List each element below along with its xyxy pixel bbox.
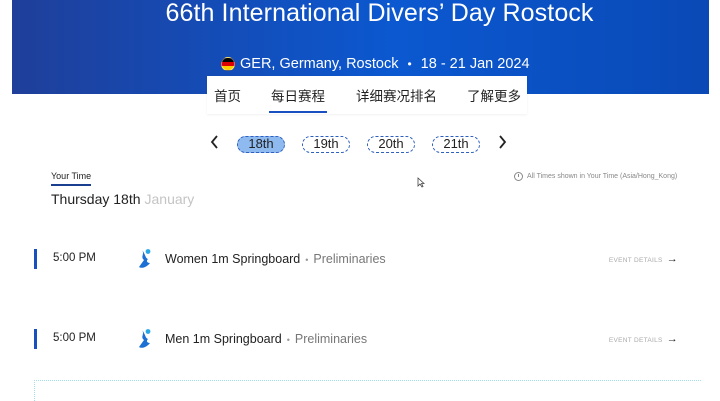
schedule-event[interactable]: 5:00 PM Women 1m Springboard • Preliminari… [34,247,684,271]
event-details-link[interactable]: EVENT DETAILS → [608,253,678,265]
event-meta: GER, Germany, Rostock • 18 - 21 Jan 2024 [221,53,530,75]
section-tabs: 首页 每日赛程 详细赛况排名 了解更多 [207,76,527,114]
event-accent-bar [34,329,37,349]
event-details-link[interactable]: EVENT DETAILS → [608,333,678,345]
event-title: Women 1m Springboard • Preliminaries [165,252,386,266]
schedule-event[interactable]: 5:00 PM Men 1m Springboard • Preliminaries… [34,327,684,351]
tab-detailed-results[interactable]: 详细赛况排名 [356,85,437,105]
germany-flag-icon [221,57,235,71]
mouse-cursor-icon [417,177,426,191]
event-name: Women 1m Springboard [165,252,301,266]
tab-daily-schedule[interactable]: 每日赛程 [269,85,327,113]
arrow-right-icon: → [666,333,678,345]
event-name: Men 1m Springboard [165,332,282,346]
event-details-label: EVENT DETAILS [608,256,663,264]
event-accent-bar [34,249,37,269]
date-selector: 18th 19th 20th 21th [0,133,720,157]
separator-dot: • [305,255,309,265]
event-phase: Preliminaries [313,252,386,266]
event-dates: 18 - 21 Jan 2024 [420,56,530,72]
diving-icon [136,328,154,350]
focus-outline [34,380,701,401]
day-label: Thursday 18th [51,191,141,207]
day-pill-20[interactable]: 20th [367,136,415,153]
timezone-note: All Times shown in Your Time (Asia/Hong_… [514,172,677,181]
day-heading: Thursday 18th January [51,191,194,207]
arrow-right-icon: → [666,253,678,265]
tab-home[interactable]: 首页 [214,85,241,105]
separator-dot: • [286,335,290,345]
clock-icon [514,172,523,181]
event-phase: Preliminaries [294,332,368,346]
month-label: January [144,191,195,207]
day-pill-19[interactable]: 19th [302,136,350,153]
event-location: GER, Germany, Rostock [240,56,399,72]
day-pill-21[interactable]: 21th [432,136,480,153]
day-pill-18[interactable]: 18th [237,136,285,153]
tab-learn-more[interactable]: 了解更多 [467,85,521,105]
chevron-left-icon[interactable] [210,135,219,154]
event-title: 66th International Divers’ Day Rostock [165,0,594,27]
event-time: 5:00 PM [53,252,96,264]
timezone-note-text: All Times shown in Your Time (Asia/Hong_… [527,173,678,180]
separator-dot: • [407,57,412,71]
chevron-right-icon[interactable] [498,135,507,154]
your-time-label: Your Time [51,171,92,186]
event-time: 5:00 PM [53,332,96,344]
event-title: Men 1m Springboard • Preliminaries [165,332,367,346]
diving-icon [136,248,154,270]
event-details-label: EVENT DETAILS [608,336,663,344]
